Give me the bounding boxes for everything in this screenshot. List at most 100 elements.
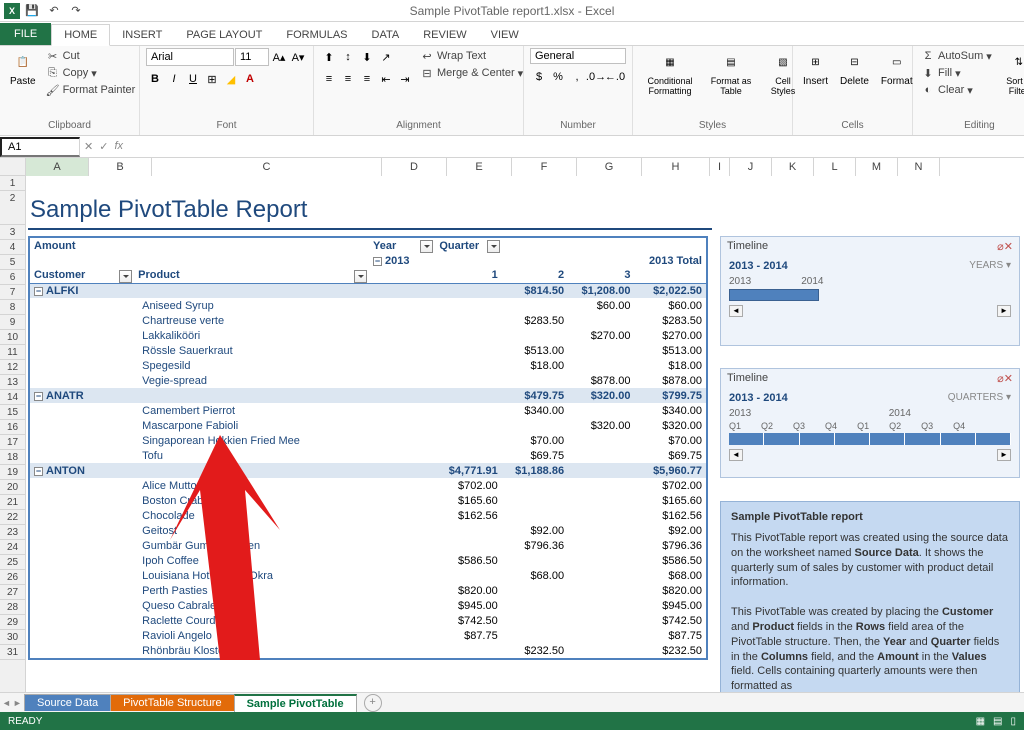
tab-home[interactable]: HOME — [51, 24, 110, 46]
add-sheet-button[interactable]: + — [364, 694, 382, 712]
col-header-N[interactable]: N — [898, 158, 940, 176]
row-header-3[interactable]: 3 — [0, 225, 25, 240]
format-painter-button[interactable]: 🖌Format Painter — [44, 82, 138, 98]
row-header-7[interactable]: 7 — [0, 285, 25, 300]
pivot-row[interactable]: Tofu$69.75$69.75 — [30, 448, 706, 463]
row-header-14[interactable]: 14 — [0, 390, 25, 405]
fill-color-button[interactable]: ◢ — [222, 70, 240, 88]
cut-button[interactable]: ✂Cut — [44, 48, 138, 64]
decrease-indent-button[interactable]: ⇤ — [377, 70, 395, 88]
row-header-12[interactable]: 12 — [0, 360, 25, 375]
pivot-row[interactable]: Singaporean Hokkien Fried Mee$70.00$70.0… — [30, 433, 706, 448]
align-center-button[interactable]: ≡ — [339, 70, 357, 88]
timeline-quarters[interactable]: Timeline⌀✕ 2013 - 2014 QUARTERS ▾ 201320… — [720, 368, 1020, 478]
font-color-button[interactable]: A — [241, 70, 259, 88]
col-header-J[interactable]: J — [730, 158, 772, 176]
pivot-row[interactable]: Chartreuse verte$283.50$283.50 — [30, 313, 706, 328]
merge-center-button[interactable]: ⊟Merge & Center ▾ — [418, 65, 525, 81]
row-header-15[interactable]: 15 — [0, 405, 25, 420]
pivot-row[interactable]: −ALFKI$814.50$1,208.00$2,022.50 — [30, 283, 706, 298]
row-header-26[interactable]: 26 — [0, 570, 25, 585]
pivot-row[interactable]: −ANTON$4,771.91$1,188.86$5,960.77 — [30, 463, 706, 478]
select-all-corner[interactable] — [0, 158, 26, 176]
row-header-21[interactable]: 21 — [0, 495, 25, 510]
scroll-right-icon[interactable]: ► — [997, 449, 1011, 461]
shrink-font-button[interactable]: A▾ — [289, 48, 307, 66]
col-header-K[interactable]: K — [772, 158, 814, 176]
conditional-formatting-button[interactable]: ▦Conditional Formatting — [639, 48, 701, 98]
row-header-28[interactable]: 28 — [0, 600, 25, 615]
scroll-right-icon[interactable]: ► — [997, 305, 1011, 317]
row-header-13[interactable]: 13 — [0, 375, 25, 390]
tab-insert[interactable]: INSERT — [110, 25, 174, 45]
row-header-1[interactable]: 1 — [0, 176, 25, 191]
pivot-row[interactable]: Spegesild$18.00$18.00 — [30, 358, 706, 373]
customer-field[interactable]: Customer — [30, 268, 134, 283]
increase-decimal-button[interactable]: .0→ — [587, 68, 605, 86]
tab-view[interactable]: VIEW — [479, 25, 531, 45]
tab-data[interactable]: DATA — [360, 25, 412, 45]
tab-nav-last-icon[interactable]: ► — [13, 698, 22, 708]
view-normal-icon[interactable]: ▦ — [976, 716, 985, 727]
fx-icon[interactable]: fx — [114, 140, 123, 153]
pivot-row[interactable]: Ipoh Coffee$586.50$586.50 — [30, 553, 706, 568]
tab-file[interactable]: FILE — [0, 23, 51, 45]
row-header-29[interactable]: 29 — [0, 615, 25, 630]
year-field[interactable]: Year — [369, 238, 435, 253]
grow-font-button[interactable]: A▴ — [270, 48, 288, 66]
italic-button[interactable]: I — [165, 70, 183, 88]
fill-button[interactable]: ⬇Fill ▾ — [919, 65, 994, 81]
view-page-break-icon[interactable]: ▯ — [1010, 716, 1016, 727]
clear-button[interactable]: ◐Clear ▾ — [919, 82, 994, 98]
col-header-G[interactable]: G — [577, 158, 642, 176]
pivot-row[interactable]: Alice Mutton$702.00$702.00 — [30, 478, 706, 493]
row-header-18[interactable]: 18 — [0, 450, 25, 465]
number-format-select[interactable] — [530, 48, 626, 64]
align-middle-button[interactable]: ↕ — [339, 48, 357, 66]
collapse-icon[interactable]: − — [34, 467, 43, 476]
font-size-select[interactable] — [235, 48, 269, 66]
format-cells-button[interactable]: ▭Format — [877, 48, 917, 89]
align-bottom-button[interactable]: ⬇ — [358, 48, 376, 66]
sheet-tab-pivot-structure[interactable]: PivotTable Structure — [110, 694, 234, 711]
pivot-row[interactable]: −ANATR$479.75$320.00$799.75 — [30, 388, 706, 403]
copy-button[interactable]: ⎘Copy ▾ — [44, 65, 138, 81]
pivot-row[interactable]: Rhönbräu Klosterbier$232.50$232.50 — [30, 643, 706, 658]
name-box[interactable] — [0, 137, 80, 157]
scroll-left-icon[interactable]: ◄ — [729, 449, 743, 461]
paste-button[interactable]: 📋 Paste — [6, 48, 40, 89]
view-page-layout-icon[interactable]: ▤ — [993, 716, 1002, 727]
formula-input[interactable] — [127, 137, 1024, 156]
orientation-button[interactable]: ↗ — [377, 48, 395, 66]
timeline1-unit[interactable]: YEARS ▾ — [969, 260, 1011, 271]
pivot-row[interactable]: Raclette Courdavault$742.50$742.50 — [30, 613, 706, 628]
pivot-row[interactable]: Vegie-spread$878.00$878.00 — [30, 373, 706, 388]
timeline1-bar[interactable] — [729, 289, 819, 301]
align-right-button[interactable]: ≡ — [358, 70, 376, 88]
row-header-4[interactable]: 4 — [0, 240, 25, 255]
sort-filter-button[interactable]: ⇅Sort & Filter — [998, 48, 1024, 98]
row-header-11[interactable]: 11 — [0, 345, 25, 360]
row-header-19[interactable]: 19 — [0, 465, 25, 480]
tab-review[interactable]: REVIEW — [411, 25, 478, 45]
increase-indent-button[interactable]: ⇥ — [396, 70, 414, 88]
col-header-B[interactable]: B — [89, 158, 152, 176]
underline-button[interactable]: U — [184, 70, 202, 88]
timeline1-clear-icon[interactable]: ⌀✕ — [997, 240, 1013, 253]
enter-formula-icon[interactable]: ✓ — [99, 140, 108, 153]
collapse-icon[interactable]: − — [34, 392, 43, 401]
row-header-5[interactable]: 5 — [0, 255, 25, 270]
pivot-row[interactable]: Rössle Sauerkraut$513.00$513.00 — [30, 343, 706, 358]
row-header-16[interactable]: 16 — [0, 420, 25, 435]
product-field[interactable]: Product — [134, 268, 369, 283]
pivot-row[interactable]: Perth Pasties$820.00$820.00 — [30, 583, 706, 598]
insert-cells-button[interactable]: ⊞Insert — [799, 48, 832, 89]
bold-button[interactable]: B — [146, 70, 164, 88]
row-header-23[interactable]: 23 — [0, 525, 25, 540]
tab-page-layout[interactable]: PAGE LAYOUT — [174, 25, 274, 45]
pivot-row[interactable]: Ravioli Angelo$87.75$87.75 — [30, 628, 706, 643]
row-header-22[interactable]: 22 — [0, 510, 25, 525]
decrease-decimal-button[interactable]: ←.0 — [606, 68, 624, 86]
col-header-F[interactable]: F — [512, 158, 577, 176]
comma-button[interactable]: , — [568, 68, 586, 86]
